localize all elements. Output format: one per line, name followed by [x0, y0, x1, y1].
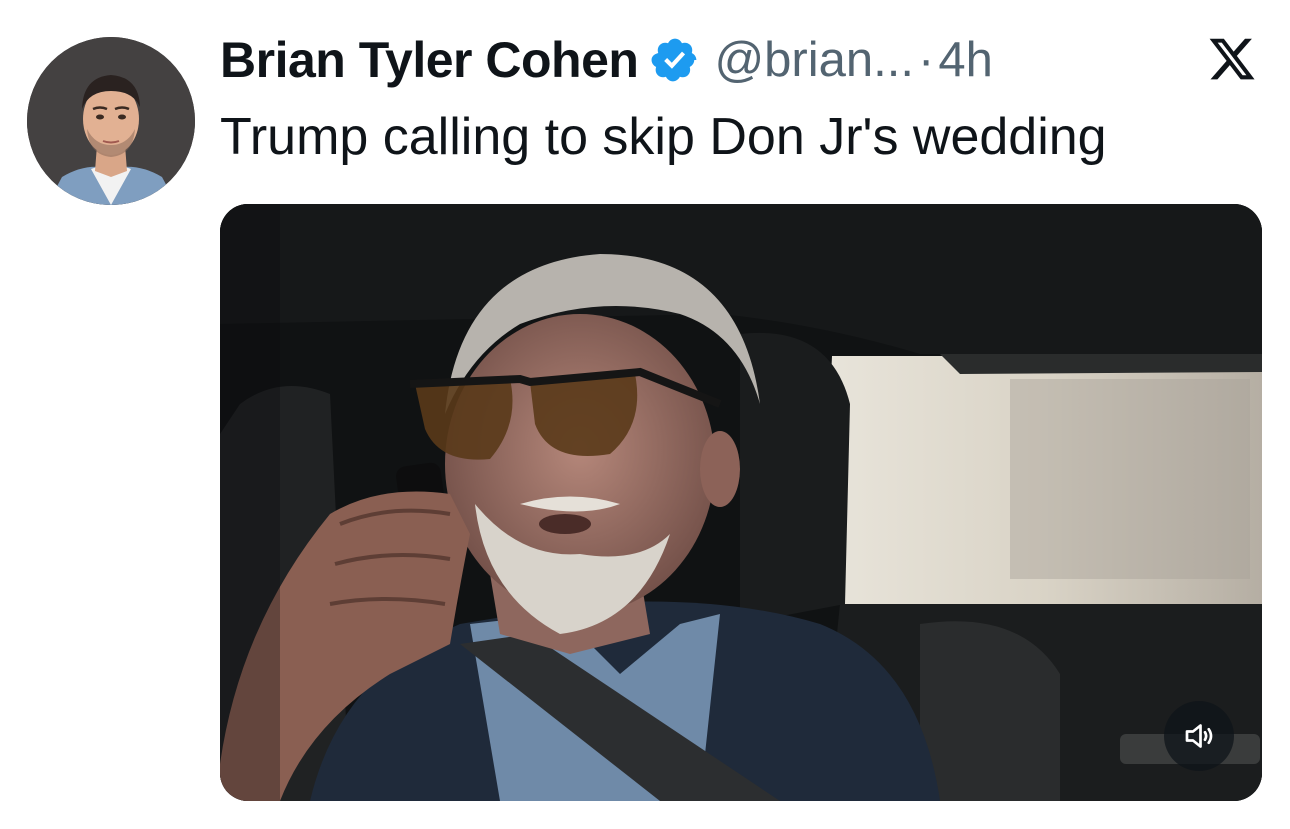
post-text: Trump calling to skip Don Jr's wedding [220, 108, 1107, 166]
author-avatar[interactable] [27, 37, 195, 205]
separator-dot: · [917, 33, 935, 87]
author-name[interactable]: Brian Tyler Cohen [220, 31, 639, 89]
verified-badge-icon [650, 35, 700, 85]
speaker-icon [1185, 724, 1213, 748]
author-handle[interactable]: @brian... [714, 32, 914, 88]
avatar-photo [27, 37, 195, 205]
post-timestamp[interactable]: 4h [938, 32, 993, 88]
post-header: Brian Tyler Cohen @brian... · 4h [220, 30, 993, 90]
x-logo-icon[interactable] [1206, 34, 1258, 84]
video-media[interactable] [220, 204, 1262, 801]
mute-toggle-button[interactable] [1164, 701, 1234, 771]
video-frame [220, 204, 1262, 801]
